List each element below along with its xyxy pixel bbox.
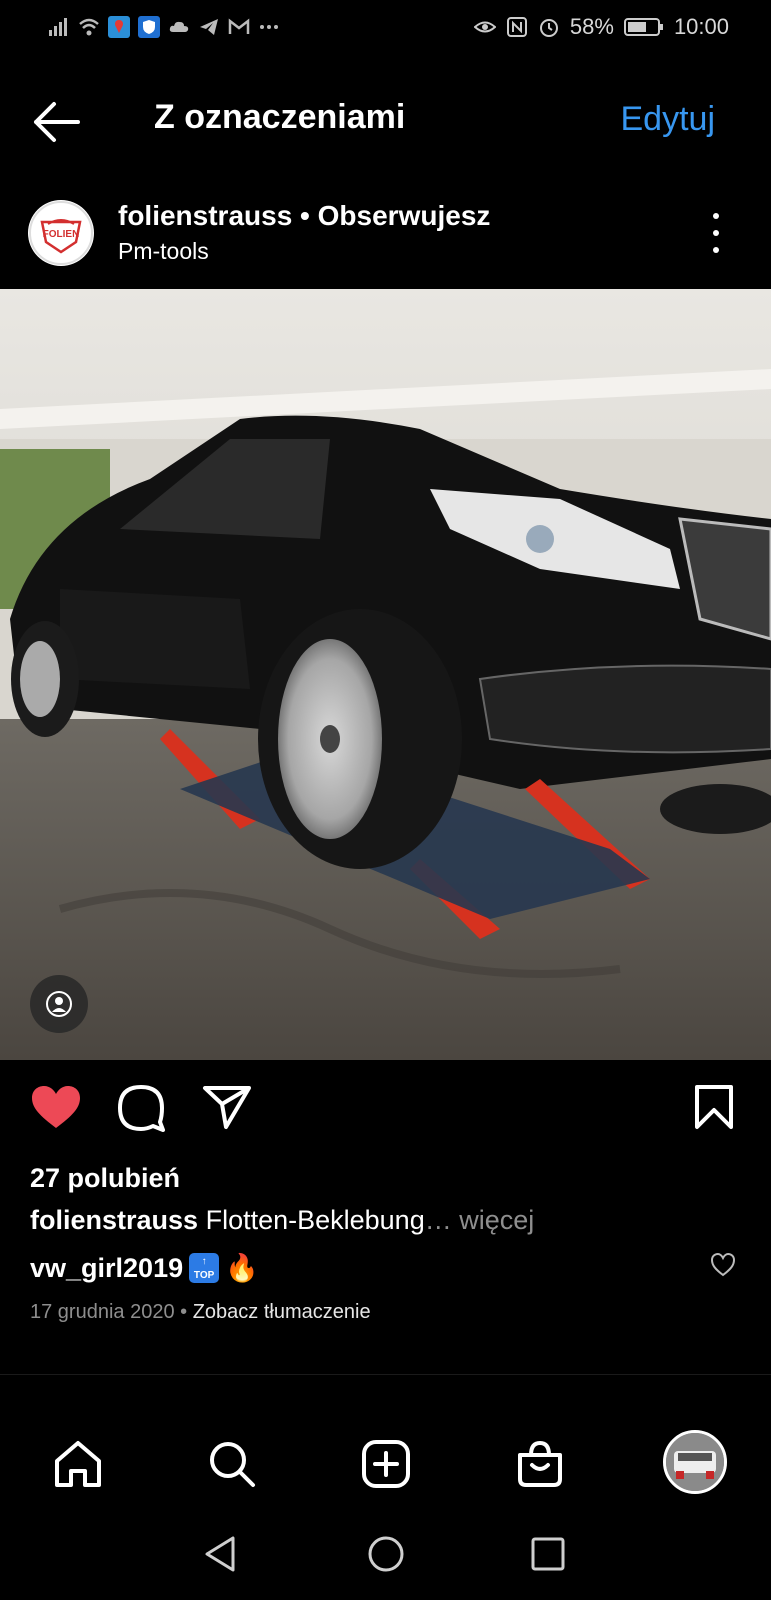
like-button[interactable] — [30, 1084, 82, 1135]
status-right: 58% 10:00 — [473, 14, 729, 40]
heart-outline-icon — [710, 1252, 736, 1277]
more-dots-icon — [260, 25, 278, 29]
comment-bubble-icon — [118, 1085, 165, 1132]
more-options-button[interactable] — [708, 213, 724, 253]
nav-profile-avatar[interactable] — [663, 1430, 727, 1494]
translate-link[interactable]: Zobacz tłumaczenie — [193, 1301, 371, 1323]
post-photo[interactable] — [0, 289, 771, 1060]
recents-square-icon — [531, 1537, 565, 1571]
follow-status[interactable]: Obserwujesz — [318, 200, 491, 231]
battery-percent: 58% — [569, 14, 614, 39]
top-arrow-emoji: ↑ TOP — [189, 1253, 220, 1283]
post-meta: 17 grudnia 2020 • Zobacz tłumaczenie — [30, 1301, 371, 1324]
bookmark-icon — [695, 1085, 733, 1129]
caption-text: Flotten-Beklebung — [205, 1205, 425, 1235]
car-on-lift-image — [0, 289, 771, 1060]
page-title: Z oznaczeniami — [154, 98, 406, 136]
caption: folienstrauss Flotten-Beklebung… więcej — [30, 1205, 534, 1236]
edit-button[interactable]: Edytuj — [621, 100, 716, 139]
caption-username[interactable]: folienstrauss — [30, 1205, 198, 1235]
nfc-icon — [506, 17, 527, 37]
nav-create-post[interactable] — [358, 1436, 414, 1492]
system-back-button[interactable] — [198, 1532, 242, 1576]
kebab-dot — [713, 213, 719, 219]
telegram-icon — [200, 19, 218, 35]
comment-button[interactable] — [116, 1084, 166, 1137]
kebab-dot — [713, 247, 719, 253]
comment-row: vw_girl2019 ↑ TOP 🔥 — [30, 1252, 259, 1284]
alarm-icon — [539, 19, 558, 37]
person-icon — [46, 991, 72, 1017]
signal-icon — [49, 18, 67, 36]
gmail-icon — [228, 18, 250, 34]
home-circle-icon — [368, 1536, 404, 1572]
maps-icon — [108, 16, 130, 38]
system-home-button[interactable] — [364, 1532, 408, 1576]
profile-car-image — [666, 1433, 724, 1491]
tagged-people-button[interactable] — [30, 975, 88, 1033]
svg-text:FOLIEN: FOLIEN — [43, 229, 80, 240]
nav-shop[interactable] — [512, 1436, 568, 1492]
eye-icon — [473, 21, 496, 33]
back-button[interactable] — [30, 100, 90, 144]
separator-dot: • — [292, 200, 318, 231]
status-bar: 58% 10:00 — [0, 0, 771, 58]
post-author-avatar[interactable]: FOLIEN — [28, 200, 94, 266]
meta-separator: • — [174, 1301, 193, 1323]
folien-logo: FOLIEN — [29, 201, 93, 265]
fire-emoji: 🔥 — [225, 1253, 259, 1283]
back-triangle-icon — [205, 1536, 235, 1572]
post-username[interactable]: folienstrauss — [118, 200, 292, 231]
shop-icon — [518, 1440, 562, 1487]
home-icon — [55, 1441, 101, 1487]
likes-count[interactable]: 27 polubień — [30, 1163, 180, 1194]
nav-divider — [0, 1374, 771, 1375]
post-location[interactable]: Pm-tools — [118, 238, 209, 265]
share-button[interactable] — [202, 1084, 252, 1135]
search-icon — [210, 1442, 255, 1487]
post-date: 17 grudnia 2020 — [30, 1301, 175, 1323]
comment-username[interactable]: vw_girl2019 — [30, 1253, 183, 1284]
heart-filled-icon — [32, 1086, 80, 1128]
status-left-icons — [48, 16, 280, 38]
nav-home[interactable] — [50, 1436, 106, 1492]
post-author-line: folienstrauss • Obserwujesz — [118, 200, 490, 232]
nav-search[interactable] — [204, 1436, 260, 1492]
battery-icon — [623, 18, 663, 36]
caption-more-link[interactable]: … więcej — [425, 1205, 535, 1235]
send-paper-plane-icon — [203, 1086, 251, 1129]
comment-like-button[interactable] — [710, 1252, 736, 1277]
system-recents-button[interactable] — [526, 1532, 570, 1576]
arrow-left-icon — [34, 102, 80, 142]
clock: 10:00 — [673, 14, 729, 39]
kebab-dot — [713, 230, 719, 236]
create-post-icon — [362, 1440, 410, 1488]
save-button[interactable] — [694, 1084, 734, 1135]
wifi-icon — [79, 18, 99, 36]
cloud-icon — [169, 21, 189, 32]
shield-icon — [138, 16, 160, 38]
